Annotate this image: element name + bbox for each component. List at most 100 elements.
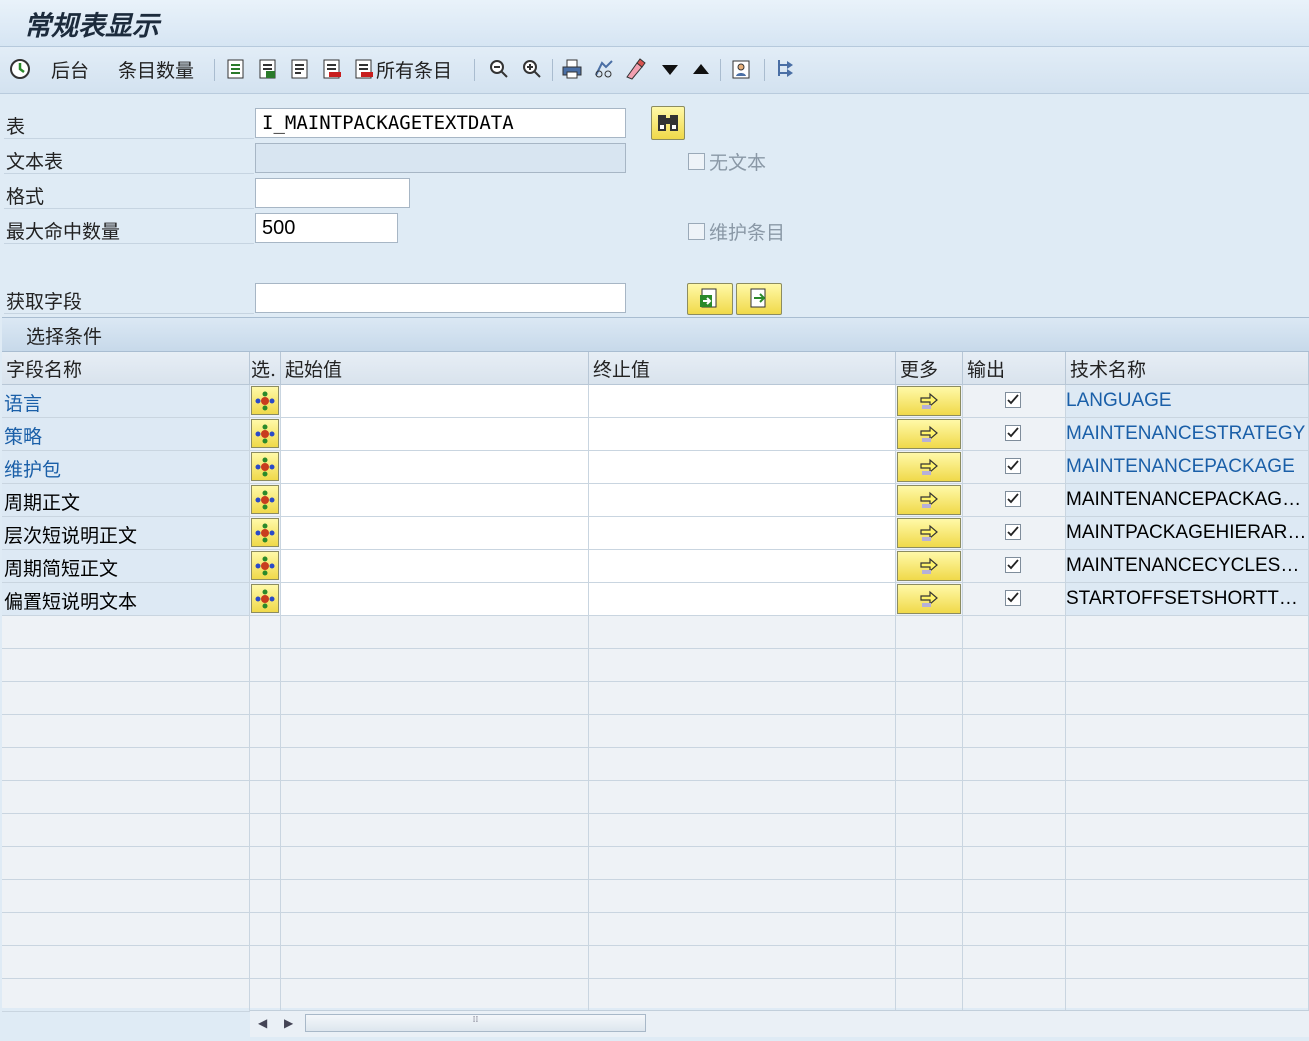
export-button[interactable] — [773, 55, 797, 83]
output-checkbox[interactable] — [1005, 458, 1021, 474]
no-text-checkbox: 无文本 — [688, 148, 766, 175]
empty-table-row — [2, 748, 1309, 781]
output-checkbox[interactable] — [1005, 491, 1021, 507]
to-value-input[interactable] — [589, 451, 896, 484]
column-header-from[interactable]: 起始值 — [281, 352, 589, 385]
zoom-in-button[interactable] — [520, 55, 544, 83]
column-header-selection[interactable]: 选. — [250, 352, 281, 385]
scroll-right-icon[interactable]: ▶ — [284, 1016, 293, 1030]
multiple-selection-button[interactable] — [897, 386, 961, 416]
multiple-selection-button[interactable] — [897, 452, 961, 482]
field-name-cell[interactable]: 偏置短说明文本 — [2, 583, 250, 616]
from-value-input[interactable] — [281, 517, 589, 550]
empty-table-row — [2, 847, 1309, 880]
zoom-out-button[interactable] — [487, 55, 511, 83]
column-header-to[interactable]: 终止值 — [589, 352, 896, 385]
from-value-input[interactable] — [281, 385, 589, 418]
more-cell — [896, 517, 963, 550]
selection-options-button[interactable] — [251, 419, 279, 448]
document-refresh-icon — [700, 288, 717, 308]
from-value-input[interactable] — [281, 418, 589, 451]
empty-cell — [2, 616, 250, 649]
multiple-selection-button[interactable] — [897, 584, 961, 614]
column-header-tech-name[interactable]: 技术名称 — [1066, 352, 1309, 385]
empty-cell — [589, 814, 896, 847]
scroll-left-icon[interactable]: ◀ — [258, 1016, 267, 1030]
multiple-selection-button[interactable] — [897, 419, 961, 449]
sort-ascending-button[interactable] — [689, 55, 713, 83]
get-fields-save-button[interactable] — [736, 283, 782, 315]
field-name-cell[interactable]: 维护包 — [2, 451, 250, 484]
selection-options-button[interactable] — [251, 485, 279, 514]
all-entries-button[interactable]: 所有条目 — [352, 55, 452, 83]
document-arrow-icon — [750, 288, 766, 308]
field-name-cell[interactable]: 语言 — [2, 385, 250, 418]
selection-options-button[interactable] — [251, 551, 279, 580]
execute-button[interactable] — [8, 55, 32, 83]
empty-cell — [963, 979, 1066, 1012]
more-cell — [896, 550, 963, 583]
empty-cell — [2, 715, 250, 748]
field-name-cell[interactable]: 周期简短正文 — [2, 550, 250, 583]
selection-options-button[interactable] — [251, 584, 279, 613]
list-icon-button-1[interactable] — [224, 55, 248, 83]
multiple-selection-button[interactable] — [897, 485, 961, 515]
field-name-cell[interactable]: 层次短说明正文 — [2, 517, 250, 550]
format-input[interactable] — [255, 178, 410, 208]
column-header-output[interactable]: 输出 — [963, 352, 1066, 385]
list-icon-button-4[interactable] — [320, 55, 344, 83]
empty-table-row — [2, 913, 1309, 946]
to-value-input[interactable] — [589, 583, 896, 616]
field-name-cell[interactable]: 策略 — [2, 418, 250, 451]
entry-count-button[interactable]: 条目数量 — [118, 55, 194, 83]
sort-descending-button[interactable] — [658, 55, 682, 83]
all-entries-label: 所有条目 — [376, 59, 453, 82]
list-icon-button-3[interactable] — [288, 55, 312, 83]
output-checkbox[interactable] — [1005, 524, 1021, 540]
selection-options-button[interactable] — [251, 518, 279, 547]
output-checkbox[interactable] — [1005, 590, 1021, 606]
to-value-input[interactable] — [589, 484, 896, 517]
empty-table-row — [2, 649, 1309, 682]
checkbox-box — [688, 223, 705, 240]
output-cell — [963, 451, 1066, 484]
print-button[interactable] — [560, 55, 584, 83]
output-checkbox[interactable] — [1005, 392, 1021, 408]
document-list-icon — [227, 59, 244, 79]
scrollbar-thumb[interactable]: ⁞⁞ — [305, 1014, 646, 1032]
list-icon-button-2[interactable] — [256, 55, 280, 83]
horizontal-scrollbar[interactable]: ◀ ▶ ⁞⁞ — [250, 1010, 1309, 1037]
to-value-input[interactable] — [589, 517, 896, 550]
from-value-input[interactable] — [281, 550, 589, 583]
field-name-cell[interactable]: 周期正文 — [2, 484, 250, 517]
find-button[interactable] — [592, 55, 616, 83]
to-value-input[interactable] — [589, 550, 896, 583]
table-value-help-button[interactable] — [651, 106, 685, 140]
get-fields-input[interactable] — [255, 283, 626, 313]
multiple-selection-button[interactable] — [897, 518, 961, 548]
from-value-input[interactable] — [281, 484, 589, 517]
get-fields-button[interactable] — [687, 283, 733, 315]
empty-cell — [1066, 682, 1309, 715]
empty-cell — [896, 913, 963, 946]
selection-options-button[interactable] — [251, 452, 279, 481]
to-value-input[interactable] — [589, 385, 896, 418]
table-input[interactable]: I_MAINTPACKAGETEXTDATA — [255, 108, 626, 138]
from-value-input[interactable] — [281, 583, 589, 616]
selection-options-cell — [250, 550, 281, 583]
to-value-input[interactable] — [589, 418, 896, 451]
output-checkbox[interactable] — [1005, 425, 1021, 441]
max-hits-input[interactable]: 500 — [255, 213, 398, 243]
layout-button[interactable] — [730, 55, 754, 83]
triangle-up-icon — [693, 64, 709, 74]
from-value-input[interactable] — [281, 451, 589, 484]
column-header-field-name[interactable]: 字段名称 — [2, 352, 250, 385]
selection-options-cell — [250, 484, 281, 517]
output-checkbox[interactable] — [1005, 557, 1021, 573]
column-header-more[interactable]: 更多 — [896, 352, 963, 385]
empty-table-row — [2, 781, 1309, 814]
multiple-selection-button[interactable] — [897, 551, 961, 581]
background-button[interactable]: 后台 — [51, 55, 89, 83]
selection-options-button[interactable] — [251, 386, 279, 415]
clear-button[interactable] — [624, 55, 648, 83]
